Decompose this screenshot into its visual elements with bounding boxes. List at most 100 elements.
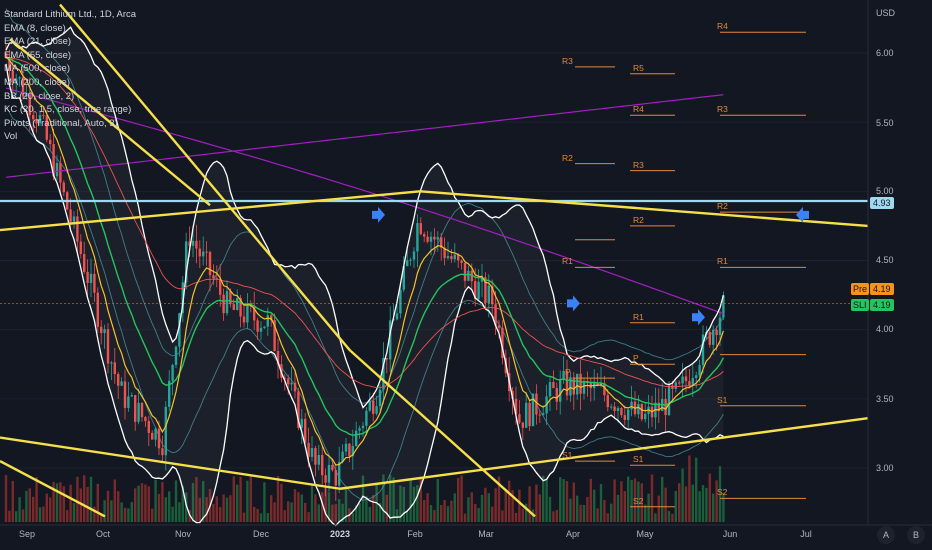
candle-body — [674, 382, 677, 389]
candle-body — [229, 291, 232, 305]
volume-bar — [545, 478, 548, 522]
candle-body — [127, 396, 130, 408]
candle-body — [225, 291, 229, 314]
candle-body — [59, 162, 62, 183]
candle-body — [123, 381, 127, 408]
volume-bar — [117, 491, 120, 522]
price-chart[interactable] — [0, 0, 932, 550]
candle-body — [55, 162, 59, 177]
y-tick: 5.00 — [876, 186, 894, 196]
volume-bar — [606, 513, 609, 522]
volume-bar — [701, 485, 705, 522]
volume-bar — [460, 475, 463, 522]
candle-body — [140, 402, 144, 418]
volume-bar — [127, 508, 130, 522]
candle-body — [395, 313, 399, 320]
candle-body — [348, 443, 351, 457]
candle-body — [120, 381, 123, 386]
volume-bar — [712, 493, 715, 522]
volume-bar — [307, 512, 310, 522]
candle-body — [579, 373, 582, 394]
legend-indicator[interactable]: BB (20, close, 2) — [4, 90, 136, 104]
volume-bar — [555, 509, 558, 522]
candle-body — [406, 260, 409, 267]
volume-bar — [664, 487, 667, 522]
candle-body — [290, 382, 293, 385]
candle-body — [161, 448, 164, 456]
volume-bar — [137, 485, 140, 522]
pivot-label: R2 — [717, 201, 728, 212]
volume-bar — [161, 482, 164, 522]
candle-body — [412, 251, 416, 260]
pre-label: Pre — [851, 283, 870, 295]
volume-bar — [582, 504, 586, 522]
legend-indicator[interactable]: EMA (21, close) — [4, 35, 136, 49]
volume-bar — [647, 493, 650, 522]
volume-bar — [300, 494, 303, 522]
candle-body — [718, 317, 722, 336]
arrow-marker — [372, 206, 385, 223]
pivot-label: S1 — [633, 454, 644, 465]
auto-scale-button[interactable]: A — [877, 526, 895, 544]
volume-bar — [89, 476, 93, 522]
candle-body — [304, 418, 307, 443]
candle-body — [256, 320, 259, 332]
candle-body — [69, 209, 72, 222]
volume-bar — [644, 504, 647, 522]
volume-bar — [157, 493, 161, 522]
volume-bar — [657, 495, 660, 522]
volume-bar — [110, 500, 113, 522]
volume-bar — [528, 486, 531, 522]
volume-bar — [229, 495, 232, 522]
candle-body — [712, 329, 715, 345]
volume-bar — [280, 483, 283, 522]
candle-body — [144, 417, 147, 422]
volume-bar — [521, 508, 524, 522]
y-tick: 4.00 — [876, 324, 894, 334]
volume-bar — [616, 494, 620, 522]
volume-bar — [423, 500, 426, 522]
volume-bar — [239, 476, 242, 522]
volume-bar — [134, 488, 137, 522]
legend-indicator[interactable]: Vol — [4, 130, 136, 144]
volume-bar — [470, 492, 473, 522]
candle-body — [365, 410, 368, 426]
volume-bar — [599, 483, 603, 522]
legend-symbol[interactable]: Standard Lithium Ltd., 1D, Arca — [4, 8, 136, 22]
log-scale-button[interactable]: B — [907, 526, 925, 544]
volume-bar — [480, 494, 484, 522]
candle-body — [610, 406, 613, 408]
legend-indicator[interactable]: Pivots (Traditional, Auto, 3) — [4, 117, 136, 131]
legend-indicator[interactable]: KC (20, 1.5, close, true range) — [4, 103, 136, 117]
candle-body — [93, 273, 96, 293]
volume-bar — [222, 494, 225, 522]
x-tick: Mar — [478, 529, 494, 539]
volume-bar — [559, 477, 562, 522]
candle-body — [623, 415, 626, 420]
volume-bar — [654, 513, 657, 522]
candle-body — [368, 400, 371, 411]
volume-bar — [59, 482, 62, 522]
candle-body — [521, 422, 524, 428]
volume-bar — [678, 483, 681, 522]
volume-bar — [130, 502, 133, 522]
volume-bar — [11, 480, 14, 522]
candle-body — [246, 303, 249, 323]
pre-price-tag: 4.19 — [870, 283, 894, 295]
volume-bar — [365, 496, 368, 522]
volume-bar — [429, 505, 433, 522]
candle-body — [698, 365, 701, 376]
y-tick: 4.50 — [876, 255, 894, 265]
candle-body — [620, 408, 623, 416]
candle-body — [314, 448, 317, 465]
legend-indicator[interactable]: MA (200, close) — [4, 76, 136, 90]
candle-body — [324, 475, 327, 483]
candle-body — [321, 454, 324, 476]
volume-bar — [535, 484, 538, 522]
legend-indicator[interactable]: MA (500, close) — [4, 62, 136, 76]
candle-body — [640, 404, 643, 420]
candle-body — [242, 316, 246, 323]
legend-indicator[interactable]: EMA (8, close) — [4, 22, 136, 36]
volume-bar — [171, 506, 174, 522]
legend-indicator[interactable]: EMA (55, close) — [4, 49, 136, 63]
